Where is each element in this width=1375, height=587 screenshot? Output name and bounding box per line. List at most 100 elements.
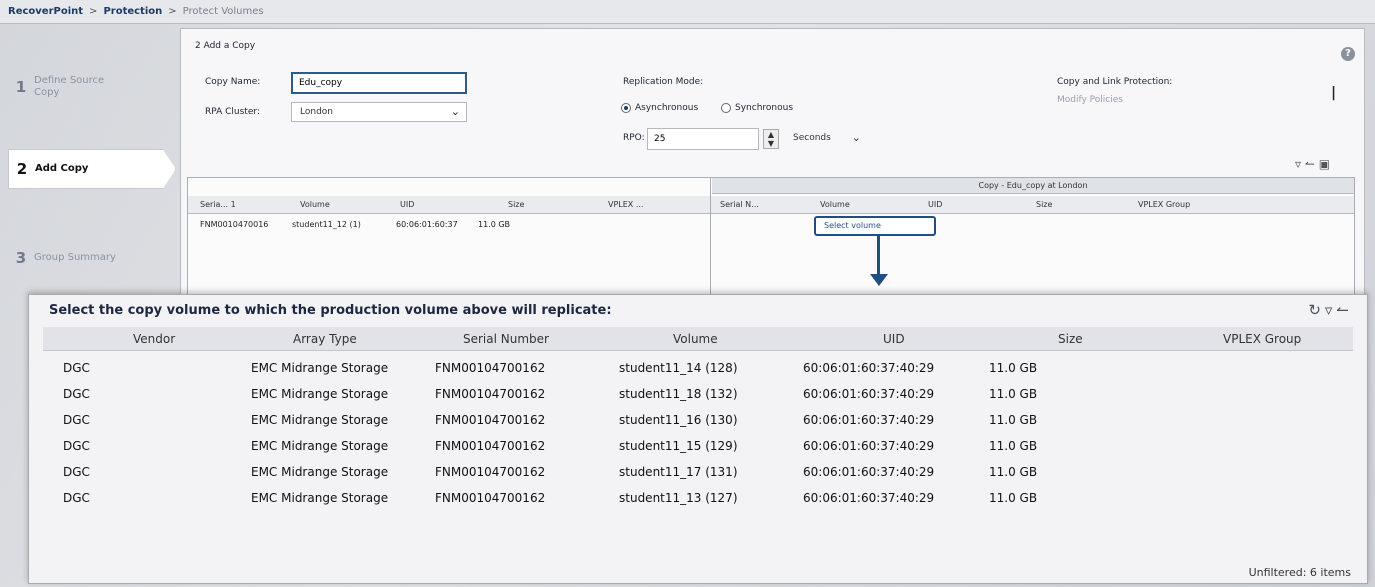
cell-volume: student11_15 (129) — [619, 439, 738, 453]
export-icon[interactable]: ▣ — [1319, 157, 1330, 171]
step-number: 2 — [16, 160, 28, 178]
col-volume[interactable]: Volume — [673, 327, 718, 351]
table-row[interactable]: DGC EMC Midrange Storage FNM00104700162 … — [43, 407, 1353, 433]
col-size[interactable]: Size — [1058, 327, 1083, 351]
col-copy-size[interactable]: Size — [1036, 196, 1052, 214]
col-vplex[interactable]: VPLEX ... — [608, 196, 643, 214]
cell-size: 11.0 GB — [989, 361, 1038, 375]
breadcrumb-protect-volumes: Protect Volumes — [182, 6, 264, 17]
volume-table-header: Vendor Array Type Serial Number Volume U… — [43, 327, 1353, 351]
col-serial-number[interactable]: Serial Number — [463, 327, 549, 351]
cell-volume: student11_13 (127) — [619, 491, 738, 505]
col-copy-volume[interactable]: Volume — [820, 196, 850, 214]
cell-uid: 60:06:01:60:37:40:29 — [803, 491, 935, 505]
cell-volume: student11_16 (130) — [619, 413, 738, 427]
copy-name-label: Copy Name: — [205, 77, 261, 87]
cell-serial: FNM00104700162 — [435, 361, 546, 375]
cell-uid: 60:06:01:60:37:40:29 — [803, 361, 935, 375]
select-volume-popup: Select the copy volume to which the prod… — [28, 294, 1368, 584]
cell-vendor: DGC — [63, 387, 90, 401]
sync-radio[interactable]: Synchronous — [721, 103, 793, 113]
radio-selected-icon — [621, 103, 631, 113]
col-volume[interactable]: Volume — [300, 196, 330, 214]
col-copy-uid[interactable]: UID — [928, 196, 942, 214]
replication-table-header: Seria... 1 Volume UID Size VPLEX ... Ser… — [188, 196, 1354, 214]
step-label: Define Source Copy — [34, 75, 105, 98]
table-row[interactable]: DGC EMC Midrange Storage FNM00104700162 … — [43, 459, 1353, 485]
cell-vendor: DGC — [63, 361, 90, 375]
cell-array-type: EMC Midrange Storage — [251, 413, 389, 427]
cell-vendor: DGC — [63, 413, 90, 427]
breadcrumb-recoverpoint[interactable]: RecoverPoint — [8, 6, 83, 17]
cell-array-type: EMC Midrange Storage — [251, 491, 389, 505]
popup-title: Select the copy volume to which the prod… — [49, 303, 612, 318]
rpo-unit-select[interactable]: Seconds ⌄ — [785, 129, 867, 149]
prod-volume: student11_12 (1) — [292, 220, 361, 229]
cell-vendor: DGC — [63, 439, 90, 453]
item-count: Unfiltered: 6 items — [1248, 566, 1351, 579]
replication-mode-label: Replication Mode: — [623, 77, 704, 87]
step-label: Group Summary — [34, 252, 116, 263]
table-divider — [710, 178, 711, 296]
rpo-stepper[interactable]: ▲ ▼ — [763, 129, 779, 149]
cell-vendor: DGC — [63, 465, 90, 479]
rpa-cluster-label: RPA Cluster: — [205, 107, 260, 117]
col-array-type[interactable]: Array Type — [293, 327, 357, 351]
col-copy-serial[interactable]: Serial N... — [720, 196, 759, 214]
expand-marker: | — [1331, 85, 1337, 101]
col-vendor[interactable]: Vendor — [133, 327, 175, 351]
cell-array-type: EMC Midrange Storage — [251, 439, 389, 453]
back-icon[interactable]: ↼ — [1336, 301, 1353, 319]
section-title: 2 Add a Copy — [195, 41, 256, 51]
sync-label: Synchronous — [735, 103, 794, 113]
async-label: Asynchronous — [635, 103, 699, 113]
back-icon[interactable]: ↼ — [1305, 157, 1315, 171]
wizard-step-define-source-copy[interactable]: 1 Define Source Copy — [8, 70, 176, 104]
link-protection-label: Copy and Link Protection: — [1057, 77, 1173, 87]
cell-array-type: EMC Midrange Storage — [251, 361, 389, 375]
help-icon[interactable]: ? — [1341, 47, 1355, 61]
filter-icon[interactable]: ▿ — [1295, 157, 1301, 171]
cell-serial: FNM00104700162 — [435, 465, 546, 479]
copy-name-input[interactable] — [291, 72, 467, 94]
col-serial[interactable]: Seria... 1 — [200, 196, 236, 214]
wizard-step-add-copy[interactable]: 2 Add Copy — [8, 149, 176, 189]
col-uid[interactable]: UID — [883, 327, 905, 351]
table-row[interactable]: DGC EMC Midrange Storage FNM00104700162 … — [43, 355, 1353, 381]
wizard-step-group-summary[interactable]: 3 Group Summary — [8, 242, 176, 274]
chevron-down-icon: ⌄ — [851, 131, 861, 144]
rpa-cluster-select[interactable]: London ⌄ — [291, 102, 467, 122]
breadcrumb-separator: > — [168, 6, 177, 17]
async-radio[interactable]: Asynchronous — [621, 103, 698, 113]
prod-uid: 60:06:01:60:37 — [396, 220, 458, 229]
copy-group-header: Copy - Edu_copy at London — [712, 178, 1354, 194]
add-copy-panel: 2 Add a Copy Copy Name: RPA Cluster: Lon… — [180, 28, 1365, 296]
cell-array-type: EMC Midrange Storage — [251, 465, 389, 479]
cell-uid: 60:06:01:60:37:40:29 — [803, 465, 935, 479]
col-copy-vplex-group[interactable]: VPLEX Group — [1138, 196, 1190, 214]
rpo-input[interactable] — [647, 128, 759, 150]
cell-uid: 60:06:01:60:37:40:29 — [803, 413, 935, 427]
refresh-icon[interactable]: ↻ — [1308, 301, 1325, 319]
table-row[interactable]: DGC EMC Midrange Storage FNM00104700162 … — [43, 485, 1353, 511]
cell-serial: FNM00104700162 — [435, 387, 546, 401]
cell-uid: 60:06:01:60:37:40:29 — [803, 387, 935, 401]
col-uid[interactable]: UID — [400, 196, 414, 214]
rpo-unit-value: Seconds — [793, 133, 831, 143]
select-volume-button[interactable]: Select volume — [814, 216, 936, 236]
breadcrumb: RecoverPoint > Protection > Protect Volumes — [0, 0, 1375, 24]
filter-icon[interactable]: ▿ — [1325, 301, 1337, 319]
cell-size: 11.0 GB — [989, 387, 1038, 401]
radio-unselected-icon — [721, 103, 731, 113]
cell-serial: FNM00104700162 — [435, 413, 546, 427]
col-size[interactable]: Size — [508, 196, 524, 214]
popup-tools: ↻▿↼ — [1308, 301, 1353, 319]
table-row[interactable]: DGC EMC Midrange Storage FNM00104700162 … — [43, 433, 1353, 459]
cell-size: 11.0 GB — [989, 413, 1038, 427]
wizard-steps: 1 Define Source Copy 2 Add Copy 3 Group … — [8, 30, 180, 295]
col-vplex-group[interactable]: VPLEX Group — [1223, 327, 1301, 351]
table-row[interactable]: DGC EMC Midrange Storage FNM00104700162 … — [43, 381, 1353, 407]
breadcrumb-protection[interactable]: Protection — [103, 6, 162, 17]
rpo-label: RPO: — [623, 133, 645, 143]
modify-policies-link[interactable]: Modify Policies — [1057, 95, 1123, 105]
